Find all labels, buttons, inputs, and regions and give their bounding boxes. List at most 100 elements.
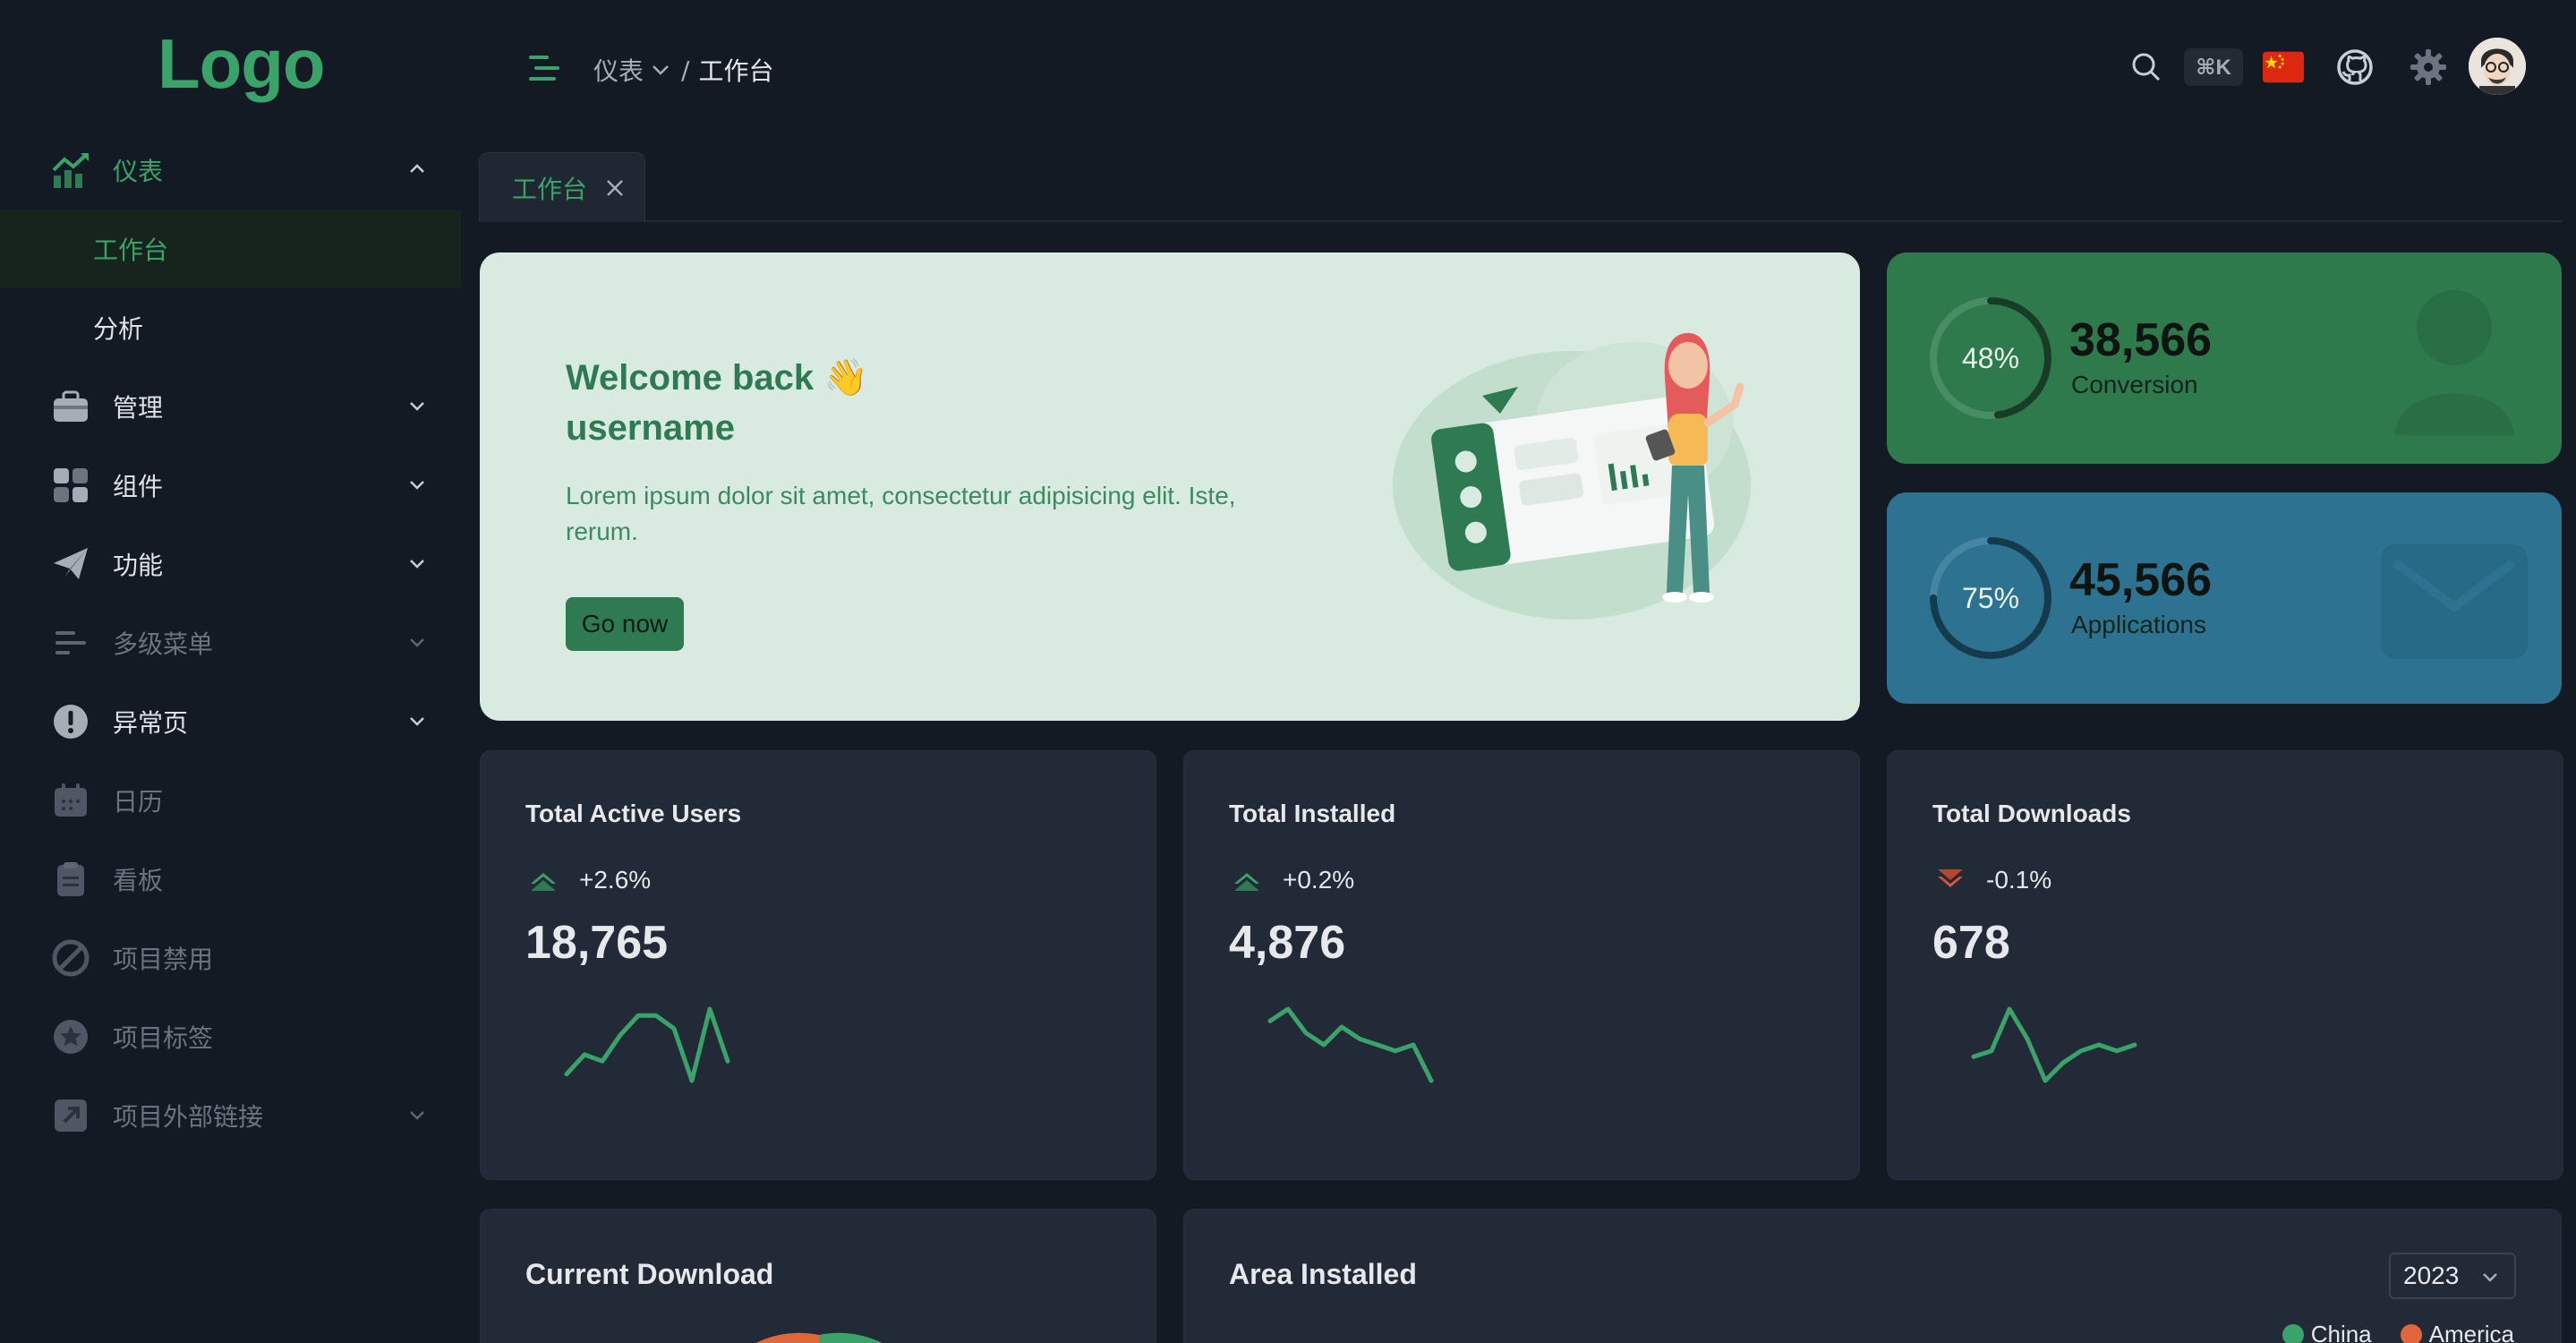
- sidebar-item-external-link[interactable]: 项目外部链接: [0, 1076, 461, 1155]
- go-now-button[interactable]: Go now: [566, 597, 684, 651]
- tab-bar: 工作台: [479, 152, 2562, 222]
- user-icon: [2395, 290, 2513, 435]
- chevron-down-icon: [410, 560, 424, 569]
- year-select-value: 2023: [2403, 1262, 2460, 1289]
- trend-up-icon: [1234, 873, 1259, 891]
- chevron-down-icon[interactable]: [649, 58, 672, 81]
- close-icon[interactable]: [605, 178, 625, 198]
- welcome-greeting: Welcome back 👋: [566, 358, 869, 398]
- metric-value: 18,765: [525, 917, 669, 969]
- metric-trend: +0.2%: [1229, 862, 1354, 898]
- welcome-description: Lorem ipsum dolor sit amet, consectetur …: [566, 482, 1236, 545]
- clipboard-icon: [50, 859, 91, 900]
- shortcut-badge[interactable]: ⌘K: [2184, 48, 2243, 86]
- gear-icon[interactable]: [2408, 47, 2449, 88]
- conversion-widget: 48% 38,566 Conversion: [1887, 252, 2562, 464]
- legend-dot: [2282, 1323, 2304, 1343]
- sidebar-item-label: 项目禁用: [113, 945, 214, 974]
- welcome-card: Welcome back 👋 username Lorem ipsum dolo…: [480, 252, 1860, 721]
- widget-value: 45,566: [2069, 554, 2213, 606]
- metric-card-active-users: Total Active Users +2.6% 18,765: [480, 750, 1156, 1180]
- chevron-up-icon: [410, 164, 424, 173]
- chevron-down-icon: [410, 717, 424, 726]
- menu-lines-icon: [50, 622, 91, 663]
- mail-icon: [2381, 544, 2528, 659]
- sidebar-item-label: 项目外部链接: [113, 1102, 264, 1132]
- alert-icon: [50, 701, 91, 742]
- breadcrumb-parent[interactable]: 仪表: [593, 52, 644, 88]
- donut-chart: [755, 1332, 883, 1343]
- sidebar-item-tags[interactable]: 项目标签: [0, 997, 461, 1076]
- current-download-card: Current Download: [480, 1209, 1156, 1343]
- sidebar-item-label: 项目标签: [113, 1023, 214, 1053]
- sidebar-item-kanban[interactable]: 看板: [0, 840, 461, 919]
- metric-change: +2.6%: [579, 866, 652, 894]
- sidebar-menu: 仪表 工作台 分析 管理 组件 功能 多级菜单 异常页 日历 看板 项目禁用 项…: [0, 131, 461, 1155]
- metric-trend: +2.6%: [525, 862, 651, 898]
- welcome-illustration: [1393, 333, 1751, 620]
- sidebar: Logo 仪表 工作台 分析 管理 组件 功能 多级菜单 异常页 日历 看板 项…: [0, 0, 461, 1343]
- legend-label: America: [2428, 1321, 2514, 1343]
- legend-label: China: [2310, 1321, 2372, 1343]
- sidebar-item-label: 看板: [113, 866, 164, 895]
- sidebar-item-label: 管理: [113, 393, 164, 423]
- welcome-username: username: [566, 408, 735, 448]
- disabled-icon: [50, 937, 91, 979]
- year-select[interactable]: 2023: [2389, 1253, 2516, 1299]
- sidebar-item-label: 功能: [113, 551, 164, 580]
- widget-label: Conversion: [2071, 371, 2198, 398]
- metric-title: Total Installed: [1229, 800, 1396, 827]
- applications-widget: 75% 45,566 Applications: [1887, 492, 2562, 704]
- chevron-down-icon: [410, 1111, 424, 1120]
- legend-item-china[interactable]: China: [2282, 1321, 2372, 1343]
- breadcrumb-separator: /: [681, 55, 690, 85]
- widget-value: 38,566: [2069, 314, 2213, 366]
- sidebar-item-multilevel[interactable]: 多级菜单: [0, 603, 461, 682]
- metric-change: +0.2%: [1283, 866, 1355, 894]
- card-title: Area Installed: [1229, 1258, 1417, 1290]
- progress-percent: 75%: [1961, 581, 2020, 614]
- sidebar-item-management[interactable]: 管理: [0, 367, 461, 446]
- sidebar-item-disabled[interactable]: 项目禁用: [0, 919, 461, 997]
- chevron-down-icon: [410, 638, 424, 647]
- calendar-icon: [50, 780, 91, 821]
- sidebar-subitem-analysis[interactable]: 分析: [0, 288, 461, 367]
- chart-icon: [50, 150, 91, 191]
- tab-workbench[interactable]: 工作台: [479, 152, 645, 222]
- avatar[interactable]: [2469, 38, 2526, 95]
- sidebar-item-error-pages[interactable]: 异常页: [0, 682, 461, 761]
- trend-up-icon: [531, 873, 556, 891]
- logo[interactable]: Logo: [158, 23, 326, 104]
- sparkline: [1267, 1006, 1434, 1083]
- metric-value: 4,876: [1229, 917, 1346, 969]
- china-flag-icon[interactable]: [2263, 47, 2304, 88]
- sidebar-subitem-workbench[interactable]: 工作台: [0, 210, 461, 288]
- welcome-title: Welcome back 👋 username: [566, 353, 868, 453]
- widget-label: Applications: [2071, 611, 2206, 638]
- external-link-icon: [50, 1095, 91, 1136]
- hamburger-icon[interactable]: [527, 54, 561, 82]
- sidebar-item-label: 异常页: [113, 708, 189, 738]
- search-icon[interactable]: [2126, 47, 2167, 88]
- sidebar-item-label: 组件: [113, 472, 164, 501]
- header: 仪表 / 工作台 ⌘K: [461, 0, 2576, 134]
- metric-card-installed: Total Installed +0.2% 4,876: [1183, 750, 1860, 1180]
- chevron-down-icon: [410, 481, 424, 490]
- sparkline: [564, 1006, 730, 1083]
- sidebar-item-calendar[interactable]: 日历: [0, 761, 461, 840]
- sparkline: [1971, 1006, 2137, 1083]
- chevron-down-icon: [410, 402, 424, 411]
- sidebar-item-dashboard[interactable]: 仪表: [0, 131, 461, 210]
- progress-percent: 48%: [1961, 341, 2020, 374]
- legend-dot: [2400, 1323, 2422, 1343]
- github-icon[interactable]: [2334, 47, 2376, 88]
- send-icon: [50, 543, 91, 585]
- metric-trend: -0.1%: [1932, 862, 2051, 898]
- sidebar-item-features[interactable]: 功能: [0, 525, 461, 603]
- metric-card-downloads: Total Downloads -0.1% 678: [1887, 750, 2563, 1180]
- sidebar-item-components[interactable]: 组件: [0, 446, 461, 525]
- metric-title: Total Active Users: [525, 800, 742, 827]
- tab-label: 工作台: [512, 174, 588, 204]
- breadcrumb: 仪表 / 工作台: [593, 52, 773, 88]
- legend-item-america[interactable]: America: [2400, 1321, 2514, 1343]
